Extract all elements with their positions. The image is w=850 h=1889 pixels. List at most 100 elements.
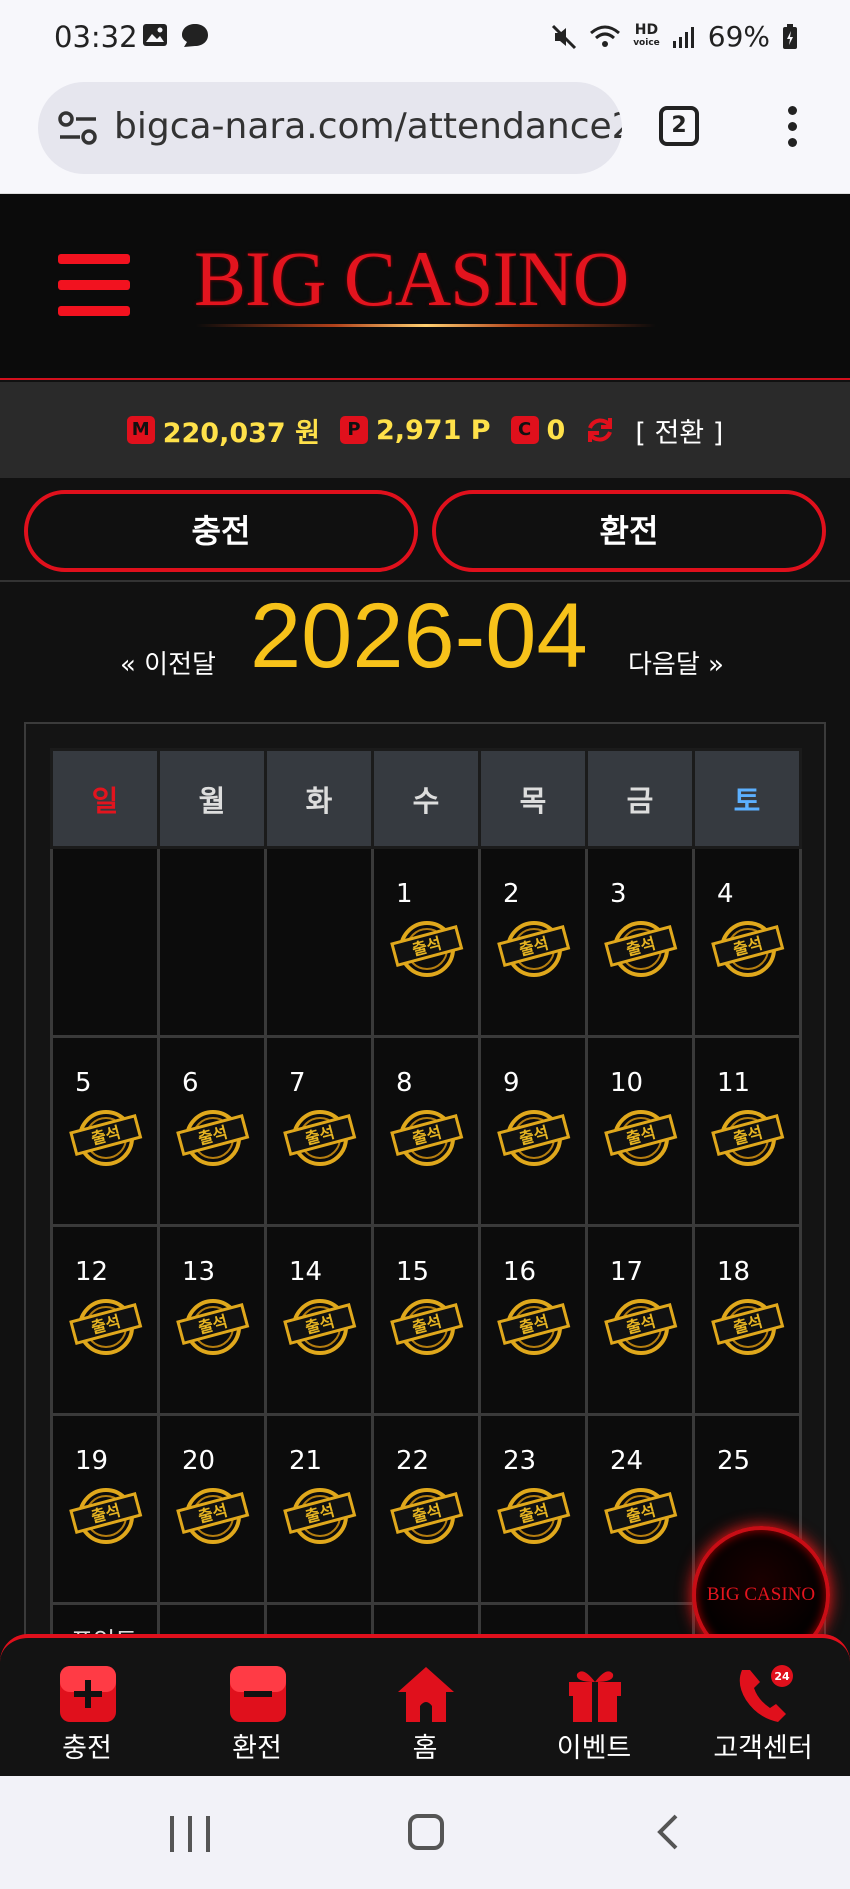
calendar-day-cell[interactable]: 19 출석 [50,1413,160,1605]
home-icon [398,1667,454,1722]
day-number: 16 [503,1257,537,1287]
nav-label: 이벤트 [556,1733,632,1764]
attendance-stamp-icon: 출석 [711,1299,785,1355]
calendar-day-cell[interactable]: 22 출석 [371,1413,481,1605]
refresh-icon[interactable] [585,415,615,445]
calendar-day-cell[interactable]: 12 출석 [50,1224,160,1416]
calendar-day-cell[interactable]: 24 출석 [585,1413,695,1605]
calendar-table: 일월화수목금토 1 출석 2 출석 3 출석 4 출석 5 출석 6 출석 7 출석 8 출석 9 출석 10 출석 1… [50,748,802,1655]
url-text[interactable]: bigca-nara.com/attendance2 [114,106,622,147]
money-amount: 220,037 원 [162,417,320,449]
calendar-day-cell[interactable]: 10 출석 [585,1035,695,1227]
day-number: 3 [610,879,627,909]
calendar-day-cell[interactable]: 21 출석 [264,1413,374,1605]
nav-label: 환전 [232,1733,282,1764]
point-badge: P [339,416,368,444]
attendance-stamp-icon: 출석 [283,1110,357,1166]
weekday-header: 일월화수목금토 [50,748,802,849]
battery-icon [783,23,797,49]
nav-deposit[interactable]: 충전 [2,1656,172,1766]
calendar-week-row: 5 출석 6 출석 7 출석 8 출석 9 출석 10 출석 11 출석 [50,1035,802,1227]
calendar-day-cell[interactable]: 1 출석 [371,846,481,1038]
recents-icon[interactable] [170,1816,210,1852]
calendar-day-cell[interactable]: 9 출석 [478,1035,588,1227]
site-logo[interactable]: BIG CASINO [194,234,629,324]
attendance-stamp-icon: 출석 [390,1299,464,1355]
day-number: 15 [396,1257,430,1287]
nav-label: 충전 [62,1733,112,1764]
point-balance: P 2,971 P [339,415,491,446]
calendar-day-cell[interactable]: 15 출석 [371,1224,481,1416]
svg-text:24: 24 [774,1670,790,1683]
attendance-stamp-icon: 출석 [176,1110,250,1166]
calendar-empty-cell [50,846,160,1038]
notification-icons [142,22,210,48]
signal-icon [672,26,694,48]
calendar-day-cell[interactable]: 11 출석 [692,1035,802,1227]
calendar-day-cell[interactable]: 3 출석 [585,846,695,1038]
hd-voice-indicator: HD voice [633,23,660,50]
weekday-header-cell: 목 [478,748,588,849]
calendar-day-cell[interactable]: 8 출석 [371,1035,481,1227]
day-number: 13 [182,1257,216,1287]
calendar-day-cell[interactable]: 5 출석 [50,1035,160,1227]
nav-home[interactable]: 홈 [340,1656,510,1766]
attendance-stamp-icon: 출석 [604,921,678,977]
balance-bar: M 220,037 원 P 2,971 P C 0 [ 전환 ] [0,382,850,478]
home-button-icon[interactable] [408,1814,444,1850]
day-number: 8 [396,1068,413,1098]
calendar-day-cell[interactable]: 17 출석 [585,1224,695,1416]
site-header: BIG CASINO [0,194,850,380]
convert-link[interactable]: [ 전환 ] [635,411,723,450]
money-badge: M [126,416,155,444]
nav-customer-center[interactable]: 24 고객센터 [678,1656,848,1766]
attendance-stamp-icon: 출석 [283,1488,357,1544]
nav-label: 홈 [412,1733,438,1764]
nav-withdraw[interactable]: 환전 [172,1656,342,1766]
day-number: 1 [396,879,413,909]
day-number: 19 [75,1446,109,1476]
calendar-empty-cell [264,846,374,1038]
calendar-day-cell[interactable]: 18 출석 [692,1224,802,1416]
nav-events[interactable]: 이벤트 [509,1656,679,1766]
current-month: 2026-04 [250,585,588,687]
attendance-stamp-icon: 출석 [604,1488,678,1544]
day-number: 14 [289,1257,323,1287]
attendance-stamp-icon: 출석 [283,1299,357,1355]
attendance-stamp-icon: 출석 [711,921,785,977]
attendance-stamp-icon: 출석 [604,1299,678,1355]
withdraw-button[interactable]: 환전 [432,490,826,572]
menu-icon[interactable] [58,254,130,316]
calendar-day-cell[interactable]: 13 출석 [157,1224,267,1416]
site-settings-icon[interactable] [58,110,98,146]
weekday-header-cell: 일 [50,748,160,849]
calendar-week-row: 1 출석 2 출석 3 출석 4 출석 [50,846,802,1038]
calendar-day-cell[interactable]: 20 출석 [157,1413,267,1605]
attendance-stamp-icon: 출석 [604,1110,678,1166]
weekday-header-cell: 수 [371,748,481,849]
back-icon[interactable] [654,1814,680,1850]
calendar-day-cell[interactable]: 14 출석 [264,1224,374,1416]
attendance-stamp-icon: 출석 [390,921,464,977]
day-number: 9 [503,1068,520,1098]
calendar-day-cell[interactable]: 16 출석 [478,1224,588,1416]
day-number: 6 [182,1068,199,1098]
day-number: 11 [717,1068,751,1098]
day-number: 25 [717,1446,751,1476]
calendar-day-cell[interactable]: 6 출석 [157,1035,267,1227]
gift-icon [569,1671,621,1722]
next-month-link[interactable]: 다음달 » [628,644,724,681]
logo-underline [196,324,656,327]
browser-menu-icon[interactable] [784,106,800,150]
calendar-day-cell[interactable]: 4 출석 [692,846,802,1038]
attendance-stamp-icon: 출석 [390,1110,464,1166]
prev-month-link[interactable]: « 이전달 [120,644,216,681]
weekday-header-cell: 토 [692,748,802,849]
calendar-day-cell[interactable]: 7 출석 [264,1035,374,1227]
calendar-day-cell[interactable]: 23 출석 [478,1413,588,1605]
tab-switcher-button[interactable]: 2 [659,106,699,146]
address-bar[interactable]: bigca-nara.com/attendance2 [38,82,622,174]
deposit-button[interactable]: 충전 [24,490,418,572]
calendar-week-row: 12 출석 13 출석 14 출석 15 출석 16 출석 17 출석 18 출석 [50,1224,802,1416]
calendar-day-cell[interactable]: 2 출석 [478,846,588,1038]
